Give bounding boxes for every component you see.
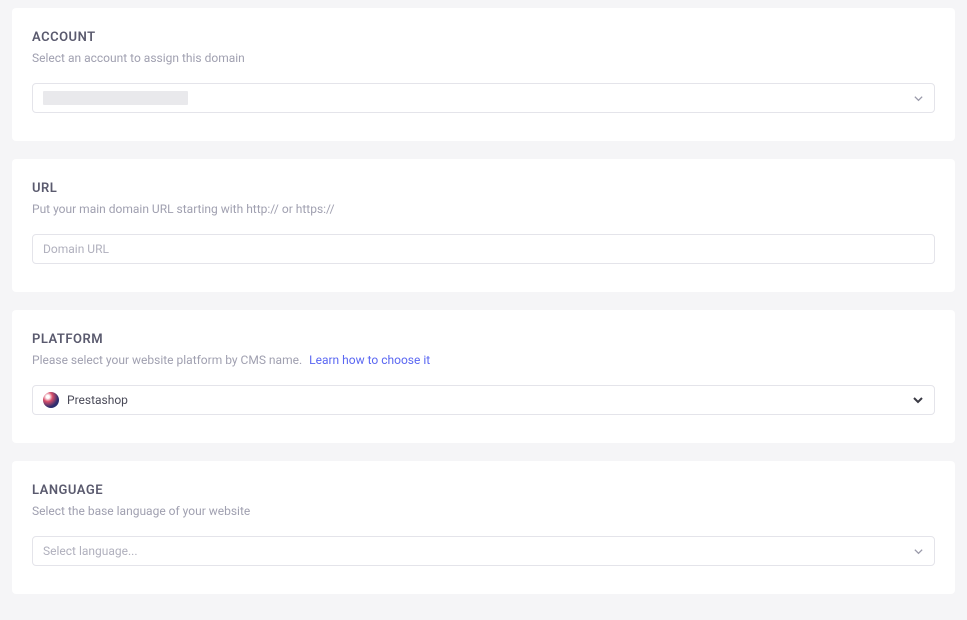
chevron-down-icon [913,93,924,104]
chevron-down-icon [912,394,924,406]
account-card: ACCOUNT Select an account to assign this… [12,8,955,141]
domain-url-input[interactable]: Domain URL [32,234,935,264]
language-select[interactable]: Select language... [32,536,935,566]
platform-card: PLATFORM Please select your website plat… [12,310,955,443]
platform-learn-link[interactable]: Learn how to choose it [309,353,430,367]
url-card: URL Put your main domain URL starting wi… [12,159,955,292]
platform-description-text: Please select your website platform by C… [32,353,302,367]
platform-select[interactable]: Prestashop [32,385,935,415]
language-card: LANGUAGE Select the base language of you… [12,461,955,594]
account-description: Select an account to assign this domain [32,51,935,65]
url-description: Put your main domain URL starting with h… [32,202,935,216]
url-title: URL [32,181,935,196]
account-select[interactable] [32,83,935,113]
platform-title: PLATFORM [32,332,935,347]
language-description: Select the base language of your website [32,504,935,518]
domain-url-placeholder: Domain URL [43,242,109,256]
platform-description: Please select your website platform by C… [32,353,935,367]
account-title: ACCOUNT [32,30,935,45]
platform-selected-value: Prestashop [67,393,128,407]
account-selected-value-redacted [43,91,188,105]
language-placeholder: Select language... [43,544,138,558]
language-title: LANGUAGE [32,483,935,498]
chevron-down-icon [913,546,924,557]
prestashop-icon [43,392,59,408]
